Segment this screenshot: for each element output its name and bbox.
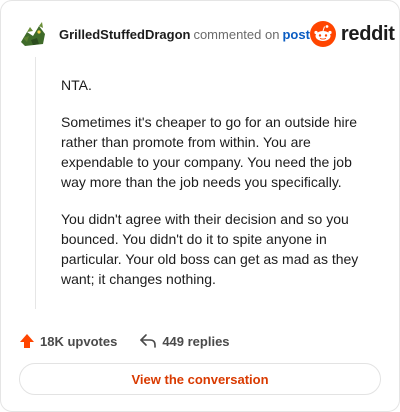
user-avatar[interactable] (17, 18, 49, 50)
action-text: commented on (193, 26, 280, 42)
comment-paragraph: Sometimes it's cheaper to go for an outs… (61, 114, 358, 190)
comment-actions: 18K upvotes 449 replies (19, 331, 230, 351)
upvote-arrow-icon (20, 334, 34, 348)
comment-body: NTA. Sometimes it's cheaper to go for an… (61, 75, 379, 306)
replies-button[interactable]: 449 replies (139, 333, 230, 349)
username-link[interactable]: GrilledStuffedDragon (59, 27, 190, 42)
dragon-avatar-icon (17, 18, 49, 50)
comment-header: GrilledStuffedDragon commented on post red… (17, 15, 395, 53)
upvote-count: 18K upvotes (40, 333, 118, 349)
comment-meta: GrilledStuffedDragon commented on post (59, 27, 310, 42)
upvote-button[interactable]: 18K upvotes (19, 333, 117, 349)
reply-arrow-icon (140, 334, 157, 348)
thread-line (35, 57, 36, 309)
view-conversation-button[interactable]: View the conversation (19, 363, 381, 395)
comment-paragraph: NTA. (61, 77, 92, 93)
reply-count: 449 replies (162, 333, 230, 349)
reddit-logo[interactable]: reddit (309, 21, 395, 47)
reddit-wordmark: reddit (340, 22, 395, 45)
reddit-snoo-icon (309, 21, 336, 47)
reddit-comment-embed: GrilledStuffedDragon commented on post red… (0, 0, 400, 412)
comment-paragraph: You didn't agree with their decision and… (61, 211, 359, 287)
post-link[interactable]: post (282, 27, 309, 42)
